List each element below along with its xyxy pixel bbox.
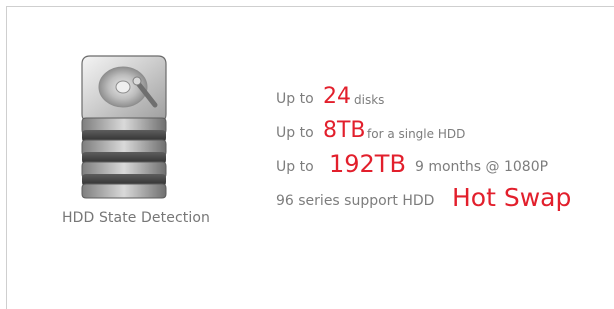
spec-value: Hot Swap: [452, 183, 572, 212]
feature-caption: HDD State Detection: [62, 210, 210, 226]
spec-line-hot-swap: 96 series support HDD Hot Swap: [276, 183, 606, 217]
spec-prefix: Up to: [276, 91, 314, 107]
spec-prefix: Up to: [276, 159, 314, 175]
spec-suffix: 9 months @ 1080P: [415, 159, 549, 175]
spec-line-single-hdd: Up to 8TB for a single HDD: [276, 115, 606, 149]
spec-suffix: disks: [354, 93, 385, 107]
spec-suffix: for a single HDD: [367, 127, 466, 141]
hard-drive-stack-icon: [81, 55, 167, 199]
spec-value: 8TB: [323, 118, 366, 143]
spec-prefix: 96 series support HDD: [276, 193, 435, 209]
spec-line-capacity: Up to 192TB 9 months @ 1080P: [276, 149, 606, 183]
spec-line-disks: Up to 24 disks: [276, 81, 606, 115]
spec-value: 192TB: [329, 150, 406, 178]
spec-prefix: Up to: [276, 125, 314, 141]
spec-value: 24: [323, 84, 351, 109]
spec-list: Up to 24 disks Up to 8TB for a single HD…: [276, 81, 606, 217]
